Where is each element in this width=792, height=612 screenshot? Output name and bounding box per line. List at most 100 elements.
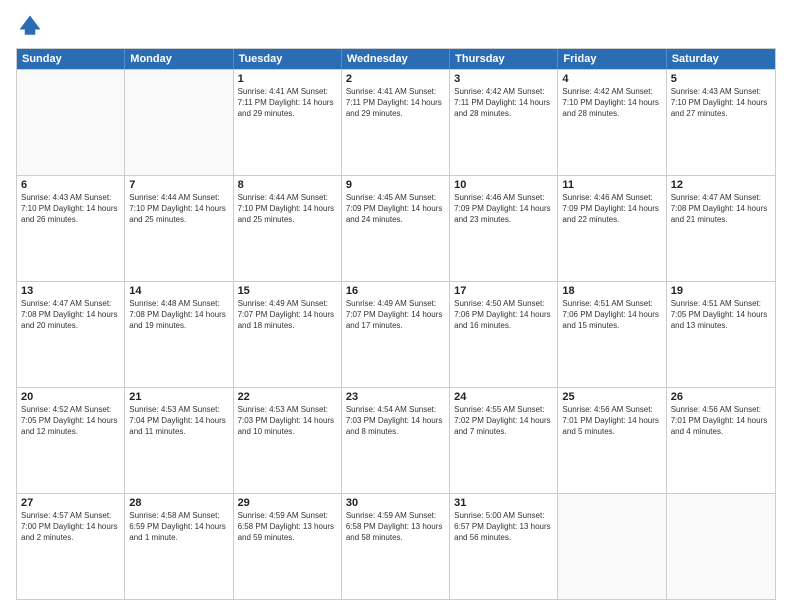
calendar-cell: 24Sunrise: 4:55 AM Sunset: 7:02 PM Dayli… xyxy=(450,388,558,493)
day-number: 1 xyxy=(238,73,337,85)
day-number: 20 xyxy=(21,391,120,403)
calendar-header-tuesday: Tuesday xyxy=(234,49,342,69)
calendar-cell: 19Sunrise: 4:51 AM Sunset: 7:05 PM Dayli… xyxy=(667,282,775,387)
calendar-cell: 13Sunrise: 4:47 AM Sunset: 7:08 PM Dayli… xyxy=(17,282,125,387)
calendar-cell: 17Sunrise: 4:50 AM Sunset: 7:06 PM Dayli… xyxy=(450,282,558,387)
calendar-header-thursday: Thursday xyxy=(450,49,558,69)
day-number: 12 xyxy=(671,179,771,191)
calendar-cell: 16Sunrise: 4:49 AM Sunset: 7:07 PM Dayli… xyxy=(342,282,450,387)
calendar-header-friday: Friday xyxy=(558,49,666,69)
day-info: Sunrise: 4:48 AM Sunset: 7:08 PM Dayligh… xyxy=(129,298,228,332)
day-number: 29 xyxy=(238,497,337,509)
calendar: SundayMondayTuesdayWednesdayThursdayFrid… xyxy=(16,48,776,600)
day-info: Sunrise: 4:50 AM Sunset: 7:06 PM Dayligh… xyxy=(454,298,553,332)
day-number: 16 xyxy=(346,285,445,297)
day-info: Sunrise: 4:44 AM Sunset: 7:10 PM Dayligh… xyxy=(238,192,337,226)
calendar-header-wednesday: Wednesday xyxy=(342,49,450,69)
calendar-cell: 31Sunrise: 5:00 AM Sunset: 6:57 PM Dayli… xyxy=(450,494,558,599)
day-info: Sunrise: 4:57 AM Sunset: 7:00 PM Dayligh… xyxy=(21,510,120,544)
calendar-cell: 23Sunrise: 4:54 AM Sunset: 7:03 PM Dayli… xyxy=(342,388,450,493)
day-number: 14 xyxy=(129,285,228,297)
day-number: 17 xyxy=(454,285,553,297)
logo-icon xyxy=(16,12,44,40)
day-info: Sunrise: 4:51 AM Sunset: 7:05 PM Dayligh… xyxy=(671,298,771,332)
day-info: Sunrise: 4:55 AM Sunset: 7:02 PM Dayligh… xyxy=(454,404,553,438)
day-number: 26 xyxy=(671,391,771,403)
calendar-body: 1Sunrise: 4:41 AM Sunset: 7:11 PM Daylig… xyxy=(17,69,775,599)
day-number: 21 xyxy=(129,391,228,403)
day-info: Sunrise: 4:59 AM Sunset: 6:58 PM Dayligh… xyxy=(346,510,445,544)
calendar-cell: 25Sunrise: 4:56 AM Sunset: 7:01 PM Dayli… xyxy=(558,388,666,493)
calendar-cell: 1Sunrise: 4:41 AM Sunset: 7:11 PM Daylig… xyxy=(234,70,342,175)
day-number: 19 xyxy=(671,285,771,297)
calendar-week-4: 20Sunrise: 4:52 AM Sunset: 7:05 PM Dayli… xyxy=(17,387,775,493)
day-info: Sunrise: 4:54 AM Sunset: 7:03 PM Dayligh… xyxy=(346,404,445,438)
calendar-cell: 8Sunrise: 4:44 AM Sunset: 7:10 PM Daylig… xyxy=(234,176,342,281)
day-info: Sunrise: 4:45 AM Sunset: 7:09 PM Dayligh… xyxy=(346,192,445,226)
page: SundayMondayTuesdayWednesdayThursdayFrid… xyxy=(0,0,792,612)
day-info: Sunrise: 4:59 AM Sunset: 6:58 PM Dayligh… xyxy=(238,510,337,544)
day-info: Sunrise: 4:51 AM Sunset: 7:06 PM Dayligh… xyxy=(562,298,661,332)
day-number: 6 xyxy=(21,179,120,191)
day-number: 25 xyxy=(562,391,661,403)
day-info: Sunrise: 4:53 AM Sunset: 7:03 PM Dayligh… xyxy=(238,404,337,438)
logo xyxy=(16,12,48,40)
day-number: 9 xyxy=(346,179,445,191)
day-number: 23 xyxy=(346,391,445,403)
calendar-cell: 18Sunrise: 4:51 AM Sunset: 7:06 PM Dayli… xyxy=(558,282,666,387)
calendar-cell: 4Sunrise: 4:42 AM Sunset: 7:10 PM Daylig… xyxy=(558,70,666,175)
calendar-cell: 29Sunrise: 4:59 AM Sunset: 6:58 PM Dayli… xyxy=(234,494,342,599)
day-info: Sunrise: 4:46 AM Sunset: 7:09 PM Dayligh… xyxy=(454,192,553,226)
calendar-cell: 27Sunrise: 4:57 AM Sunset: 7:00 PM Dayli… xyxy=(17,494,125,599)
header xyxy=(16,12,776,40)
day-number: 10 xyxy=(454,179,553,191)
day-number: 28 xyxy=(129,497,228,509)
day-info: Sunrise: 4:44 AM Sunset: 7:10 PM Dayligh… xyxy=(129,192,228,226)
day-info: Sunrise: 4:47 AM Sunset: 7:08 PM Dayligh… xyxy=(21,298,120,332)
calendar-cell xyxy=(667,494,775,599)
calendar-cell xyxy=(17,70,125,175)
day-number: 15 xyxy=(238,285,337,297)
calendar-header-row: SundayMondayTuesdayWednesdayThursdayFrid… xyxy=(17,49,775,69)
day-number: 3 xyxy=(454,73,553,85)
calendar-cell: 30Sunrise: 4:59 AM Sunset: 6:58 PM Dayli… xyxy=(342,494,450,599)
day-info: Sunrise: 4:46 AM Sunset: 7:09 PM Dayligh… xyxy=(562,192,661,226)
day-number: 2 xyxy=(346,73,445,85)
calendar-week-1: 1Sunrise: 4:41 AM Sunset: 7:11 PM Daylig… xyxy=(17,69,775,175)
calendar-cell: 5Sunrise: 4:43 AM Sunset: 7:10 PM Daylig… xyxy=(667,70,775,175)
calendar-header-monday: Monday xyxy=(125,49,233,69)
day-number: 8 xyxy=(238,179,337,191)
calendar-cell: 6Sunrise: 4:43 AM Sunset: 7:10 PM Daylig… xyxy=(17,176,125,281)
day-number: 22 xyxy=(238,391,337,403)
calendar-cell: 14Sunrise: 4:48 AM Sunset: 7:08 PM Dayli… xyxy=(125,282,233,387)
calendar-cell xyxy=(558,494,666,599)
calendar-cell: 21Sunrise: 4:53 AM Sunset: 7:04 PM Dayli… xyxy=(125,388,233,493)
calendar-cell: 11Sunrise: 4:46 AM Sunset: 7:09 PM Dayli… xyxy=(558,176,666,281)
day-number: 31 xyxy=(454,497,553,509)
day-info: Sunrise: 4:47 AM Sunset: 7:08 PM Dayligh… xyxy=(671,192,771,226)
day-number: 24 xyxy=(454,391,553,403)
calendar-cell: 12Sunrise: 4:47 AM Sunset: 7:08 PM Dayli… xyxy=(667,176,775,281)
day-number: 18 xyxy=(562,285,661,297)
day-info: Sunrise: 4:42 AM Sunset: 7:10 PM Dayligh… xyxy=(562,86,661,120)
day-info: Sunrise: 4:41 AM Sunset: 7:11 PM Dayligh… xyxy=(238,86,337,120)
calendar-week-3: 13Sunrise: 4:47 AM Sunset: 7:08 PM Dayli… xyxy=(17,281,775,387)
day-number: 13 xyxy=(21,285,120,297)
day-number: 5 xyxy=(671,73,771,85)
calendar-cell: 10Sunrise: 4:46 AM Sunset: 7:09 PM Dayli… xyxy=(450,176,558,281)
calendar-cell: 2Sunrise: 4:41 AM Sunset: 7:11 PM Daylig… xyxy=(342,70,450,175)
calendar-cell: 7Sunrise: 4:44 AM Sunset: 7:10 PM Daylig… xyxy=(125,176,233,281)
day-info: Sunrise: 4:43 AM Sunset: 7:10 PM Dayligh… xyxy=(21,192,120,226)
day-info: Sunrise: 4:52 AM Sunset: 7:05 PM Dayligh… xyxy=(21,404,120,438)
calendar-cell: 9Sunrise: 4:45 AM Sunset: 7:09 PM Daylig… xyxy=(342,176,450,281)
day-number: 27 xyxy=(21,497,120,509)
day-number: 4 xyxy=(562,73,661,85)
calendar-cell xyxy=(125,70,233,175)
day-info: Sunrise: 4:49 AM Sunset: 7:07 PM Dayligh… xyxy=(238,298,337,332)
day-info: Sunrise: 4:43 AM Sunset: 7:10 PM Dayligh… xyxy=(671,86,771,120)
calendar-cell: 28Sunrise: 4:58 AM Sunset: 6:59 PM Dayli… xyxy=(125,494,233,599)
calendar-cell: 3Sunrise: 4:42 AM Sunset: 7:11 PM Daylig… xyxy=(450,70,558,175)
day-number: 30 xyxy=(346,497,445,509)
day-info: Sunrise: 4:41 AM Sunset: 7:11 PM Dayligh… xyxy=(346,86,445,120)
day-number: 11 xyxy=(562,179,661,191)
